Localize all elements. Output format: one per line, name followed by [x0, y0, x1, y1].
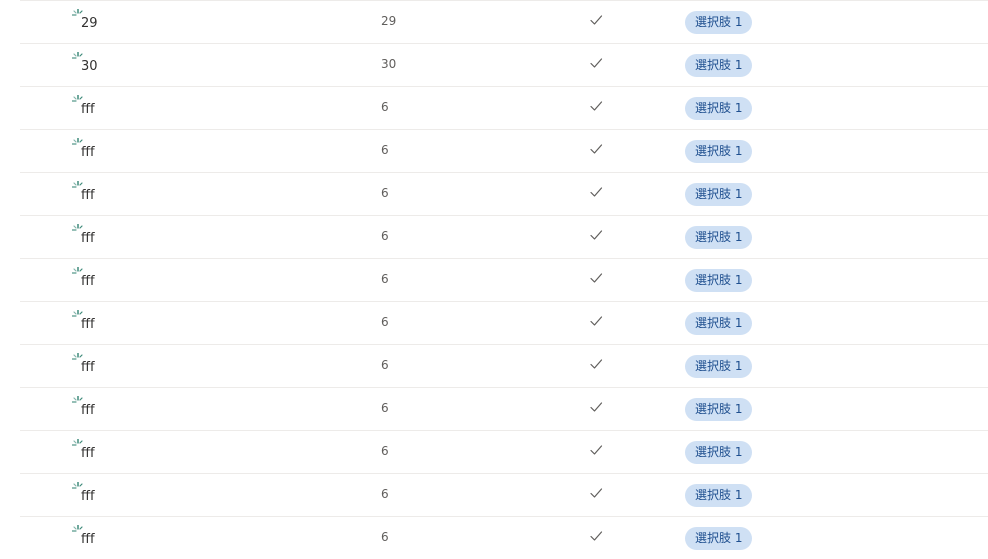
- checkmark-icon: [590, 101, 603, 111]
- row-title[interactable]: fff: [81, 102, 95, 117]
- checkmark-icon: [590, 316, 603, 326]
- number-cell: 6: [381, 143, 389, 157]
- number-cell: 6: [381, 229, 389, 243]
- title-cell[interactable]: fff: [72, 310, 152, 338]
- choice-badge: 選択肢 1: [685, 312, 753, 335]
- checkmark-icon: [590, 187, 603, 197]
- choice-badge: 選択肢 1: [685, 226, 753, 249]
- row-title[interactable]: 30: [81, 59, 98, 74]
- checkmark-icon: [590, 58, 603, 68]
- checkmark-icon: [590, 445, 603, 455]
- choice-badge: 選択肢 1: [685, 441, 753, 464]
- number-cell: 6: [381, 186, 389, 200]
- number-cell: 30: [381, 57, 397, 71]
- table-row[interactable]: fff 6 選択肢 1: [20, 473, 988, 516]
- number-cell: 6: [381, 358, 389, 372]
- row-title[interactable]: fff: [81, 360, 95, 375]
- title-cell[interactable]: 30: [72, 52, 152, 80]
- checkmark-icon: [590, 359, 603, 369]
- number-cell: 6: [381, 272, 389, 286]
- number-cell: 6: [381, 100, 389, 114]
- choice-badge: 選択肢 1: [685, 269, 753, 292]
- choice-badge: 選択肢 1: [685, 97, 753, 120]
- checkmark-icon: [590, 273, 603, 283]
- title-cell[interactable]: fff: [72, 267, 152, 295]
- table-row[interactable]: 30 30 選択肢 1: [20, 43, 988, 86]
- row-title[interactable]: 29: [81, 16, 98, 31]
- table-row[interactable]: fff 6 選択肢 1: [20, 215, 988, 258]
- title-cell[interactable]: fff: [72, 224, 152, 252]
- checkmark-icon: [590, 230, 603, 240]
- title-cell[interactable]: fff: [72, 353, 152, 381]
- title-cell[interactable]: 29: [72, 9, 152, 37]
- number-cell: 6: [381, 444, 389, 458]
- checkmark-icon: [590, 488, 603, 498]
- table-row[interactable]: fff 6 選択肢 1: [20, 387, 988, 430]
- number-cell: 6: [381, 401, 389, 415]
- table-row[interactable]: 29 29 選択肢 1: [20, 0, 988, 43]
- table-row[interactable]: fff 6 選択肢 1: [20, 301, 988, 344]
- choice-badge: 選択肢 1: [685, 355, 753, 378]
- row-title[interactable]: fff: [81, 317, 95, 332]
- table-row[interactable]: fff 6 選択肢 1: [20, 516, 988, 559]
- choice-badge: 選択肢 1: [685, 398, 753, 421]
- row-title[interactable]: fff: [81, 403, 95, 418]
- title-cell[interactable]: fff: [72, 95, 152, 123]
- table-row[interactable]: fff 6 選択肢 1: [20, 430, 988, 473]
- table-row[interactable]: fff 6 選択肢 1: [20, 129, 988, 172]
- checkmark-icon: [590, 15, 603, 25]
- choice-badge: 選択肢 1: [685, 140, 753, 163]
- table-row[interactable]: fff 6 選択肢 1: [20, 86, 988, 129]
- number-cell: 6: [381, 530, 389, 544]
- row-title[interactable]: fff: [81, 446, 95, 461]
- choice-badge: 選択肢 1: [685, 183, 753, 206]
- row-title[interactable]: fff: [81, 188, 95, 203]
- row-title[interactable]: fff: [81, 145, 95, 160]
- table-row[interactable]: fff 6 選択肢 1: [20, 344, 988, 387]
- title-cell[interactable]: fff: [72, 482, 152, 510]
- title-cell[interactable]: fff: [72, 439, 152, 467]
- checkmark-icon: [590, 531, 603, 541]
- title-cell[interactable]: fff: [72, 525, 152, 553]
- choice-badge: 選択肢 1: [685, 484, 753, 507]
- title-cell[interactable]: fff: [72, 396, 152, 424]
- row-title[interactable]: fff: [81, 532, 95, 547]
- number-cell: 6: [381, 487, 389, 501]
- choice-badge: 選択肢 1: [685, 54, 753, 77]
- row-title[interactable]: fff: [81, 489, 95, 504]
- table-row[interactable]: fff 6 選択肢 1: [20, 258, 988, 301]
- title-cell[interactable]: fff: [72, 138, 152, 166]
- number-cell: 29: [381, 14, 397, 28]
- checkmark-icon: [590, 144, 603, 154]
- checkmark-icon: [590, 402, 603, 412]
- table-row[interactable]: fff 6 選択肢 1: [20, 172, 988, 215]
- choice-badge: 選択肢 1: [685, 11, 753, 34]
- title-cell[interactable]: fff: [72, 181, 152, 209]
- choice-badge: 選択肢 1: [685, 527, 753, 550]
- number-cell: 6: [381, 315, 389, 329]
- row-title[interactable]: fff: [81, 274, 95, 289]
- row-title[interactable]: fff: [81, 231, 95, 246]
